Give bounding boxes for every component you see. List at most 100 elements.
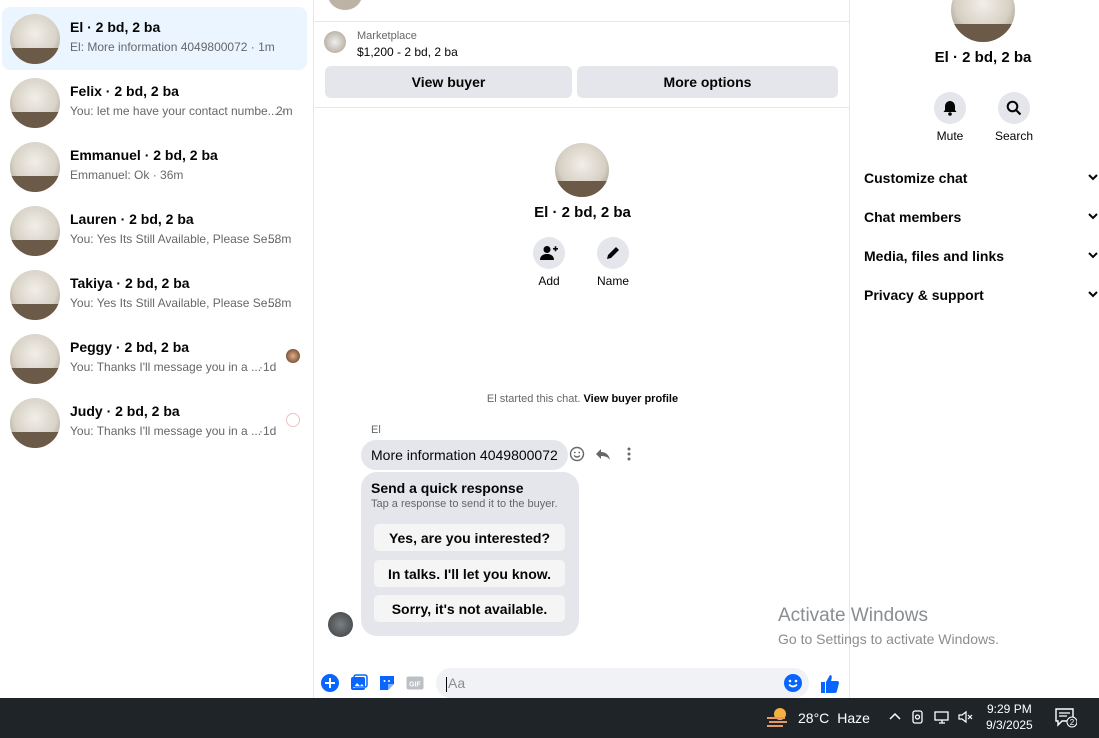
section-label: Chat members	[864, 209, 962, 225]
chat-header	[315, 0, 850, 22]
chat-window: Marketplace $1,200 - 2 bd, 2 ba View buy…	[315, 0, 850, 698]
chevron-down-icon	[1087, 287, 1099, 303]
panel-title: El · 2 bd, 2 ba	[934, 49, 1032, 66]
conversation-item-el[interactable]: El · 2 bd, 2 ba El: More information 404…	[2, 7, 307, 70]
chat-avatar	[555, 143, 609, 197]
pencil-icon	[597, 237, 629, 269]
avatar	[10, 334, 60, 384]
watermark-subtitle: Go to Settings to activate Windows.	[778, 631, 999, 647]
mute-label: Mute	[936, 129, 964, 143]
haze-icon	[767, 708, 787, 727]
add-label: Add	[538, 274, 560, 288]
conversation-preview: El: More information 4049800072 · 1m	[70, 40, 275, 54]
conversation-item-lauren[interactable]: Lauren · 2 bd, 2 ba You: Yes Its Still A…	[2, 199, 307, 262]
message-input[interactable]: Aa	[436, 668, 809, 698]
chevron-down-icon	[1087, 209, 1099, 225]
edit-name-button[interactable]: Name	[583, 237, 643, 288]
notification-count: 2	[1070, 718, 1075, 727]
seen-avatar	[286, 413, 300, 427]
seen-avatar	[286, 349, 300, 363]
section-label: Customize chat	[864, 170, 968, 186]
search-label: Search	[994, 129, 1034, 143]
avatar	[10, 142, 60, 192]
temperature: 28°C	[798, 710, 830, 726]
conversation-time: ·58m	[264, 296, 292, 310]
avatar	[10, 398, 60, 448]
more-options-button[interactable]: More options	[577, 66, 838, 98]
quick-reply-in-talks[interactable]: In talks. I'll let you know.	[374, 560, 565, 587]
clock[interactable]: 9:29 PM 9/3/2025	[986, 701, 1033, 733]
chat-members-section[interactable]: Chat members	[864, 209, 1099, 225]
section-label: Privacy & support	[864, 287, 984, 303]
conversation-item-takiya[interactable]: Takiya · 2 bd, 2 ba You: Yes Its Still A…	[2, 263, 307, 326]
windows-taskbar: 28°C Haze 9:29 PM 9/3/2025 2	[0, 698, 1099, 738]
emoji-icon[interactable]	[784, 674, 802, 692]
conversation-preview: You: Thanks I'll message you in a ...	[70, 360, 262, 374]
conversation-preview: Emmanuel: Ok · 36m	[70, 168, 184, 182]
conversation-item-judy[interactable]: Judy · 2 bd, 2 ba You: Thanks I'll messa…	[2, 391, 307, 454]
conversation-preview: You: Thanks I'll message you in a ...	[70, 424, 262, 438]
chat-started-text: El started this chat.	[486, 393, 581, 405]
react-icon[interactable]	[569, 446, 585, 467]
quick-response-card: Send a quick response Tap a response to …	[361, 472, 579, 636]
conversation-time: 2m	[276, 104, 293, 118]
chat-started-notice: El started this chat. View buyer profile	[315, 393, 850, 405]
view-buyer-profile-link[interactable]: View buyer profile	[584, 393, 679, 405]
message-composer: GIF Aa	[315, 666, 850, 698]
conversation-name: Emmanuel · 2 bd, 2 ba	[70, 147, 218, 163]
name-label: Name	[596, 274, 629, 288]
network-icon[interactable]	[934, 709, 950, 730]
listing-summary: $1,200 - 2 bd, 2 ba	[357, 45, 458, 59]
reply-icon[interactable]	[595, 446, 611, 467]
message-input-placeholder: Aa	[448, 675, 466, 691]
add-person-button[interactable]: Add	[519, 237, 579, 288]
avatar	[10, 206, 60, 256]
quick-response-subtitle: Tap a response to send it to the buyer.	[371, 498, 558, 510]
conversation-time: ·1d	[259, 360, 277, 374]
media-files-links-section[interactable]: Media, files and links	[864, 248, 1099, 264]
system-tray	[888, 709, 974, 730]
privacy-support-section[interactable]: Privacy & support	[864, 287, 1099, 303]
sticker-icon[interactable]	[378, 674, 396, 692]
gif-icon[interactable]: GIF	[406, 674, 424, 692]
meet-now-icon[interactable]	[910, 709, 926, 730]
avatar	[328, 0, 362, 10]
section-label: Media, files and links	[864, 248, 1005, 264]
conversation-preview: You: let me have your contact numbe... ·	[70, 104, 286, 118]
view-buyer-button[interactable]: View buyer	[325, 66, 572, 98]
conversation-time: ·58m	[264, 232, 292, 246]
more-icon[interactable]	[621, 446, 637, 467]
activate-windows-watermark: Activate Windows Go to Settings to activ…	[778, 605, 999, 647]
photo-icon[interactable]	[350, 674, 368, 692]
volume-muted-icon[interactable]	[958, 709, 974, 730]
conversation-item-felix[interactable]: Felix · 2 bd, 2 ba You: let me have your…	[2, 71, 307, 134]
search-icon	[998, 92, 1030, 124]
conversation-item-peggy[interactable]: Peggy · 2 bd, 2 ba You: Thanks I'll mess…	[2, 327, 307, 390]
conversation-name: Judy · 2 bd, 2 ba	[70, 403, 180, 419]
bell-icon	[934, 92, 966, 124]
message-actions	[569, 446, 637, 467]
marketplace-bar: Marketplace $1,200 - 2 bd, 2 ba View buy…	[315, 22, 850, 108]
quick-reply-interested[interactable]: Yes, are you interested?	[374, 524, 565, 551]
chevron-up-icon[interactable]	[888, 710, 902, 729]
conversation-list: El · 2 bd, 2 ba El: More information 404…	[0, 0, 314, 698]
customize-chat-section[interactable]: Customize chat	[864, 170, 1099, 186]
search-button[interactable]: Search	[982, 92, 1046, 143]
add-person-icon	[533, 237, 565, 269]
chat-title: El · 2 bd, 2 ba	[534, 204, 631, 221]
conversation-name: Takiya · 2 bd, 2 ba	[70, 275, 190, 291]
weather-widget[interactable]: 28°C Haze	[766, 707, 870, 729]
plus-icon[interactable]	[321, 674, 339, 692]
clock-date: 9/3/2025	[986, 718, 1033, 732]
conversation-item-emmanuel[interactable]: Emmanuel · 2 bd, 2 ba Emmanuel: Ok · 36m	[2, 135, 307, 198]
quick-reply-not-available[interactable]: Sorry, it's not available.	[374, 595, 565, 622]
avatar	[10, 14, 60, 64]
message-bubble[interactable]: More information 4049800072	[361, 440, 568, 470]
notification-icon: 2	[1055, 708, 1078, 728]
like-icon[interactable]	[820, 674, 839, 693]
notification-center-button[interactable]: 2	[1055, 708, 1078, 733]
conversation-name: Lauren · 2 bd, 2 ba	[70, 211, 194, 227]
mute-button[interactable]: Mute	[918, 92, 982, 143]
watermark-title: Activate Windows	[778, 605, 928, 626]
quick-response-title: Send a quick response	[371, 480, 524, 496]
